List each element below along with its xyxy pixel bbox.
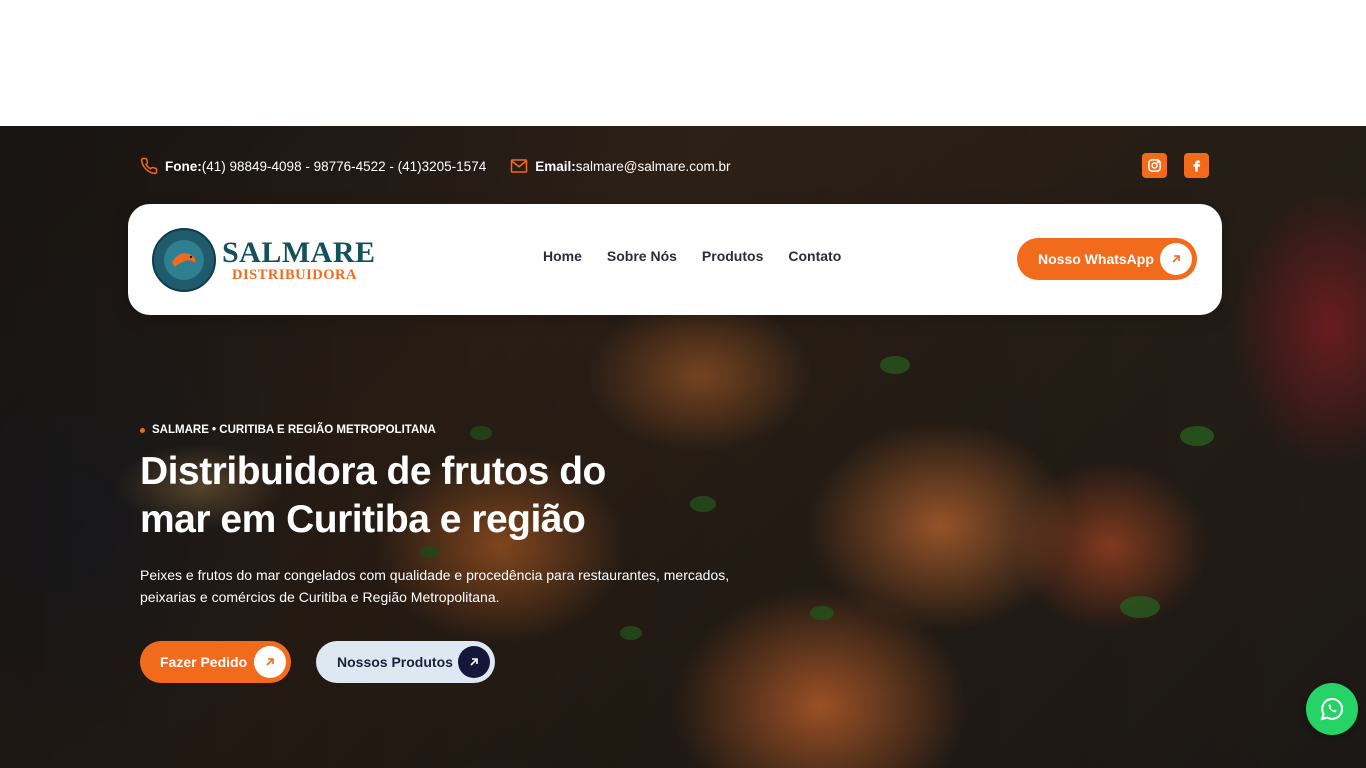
whatsapp-icon: [1318, 695, 1346, 723]
nav-home[interactable]: Home: [543, 248, 582, 264]
eyebrow-text: SALMARE • CURITIBA E REGIÃO METROPOLITAN…: [152, 424, 436, 436]
nav-produtos[interactable]: Produtos: [702, 248, 763, 264]
salmare-logo[interactable]: SALMARE DISTRIBUIDORA: [152, 228, 382, 292]
email-info: Email: salmare@salmare.com.br: [510, 157, 730, 175]
arrow-up-right-icon: [254, 646, 286, 678]
whatsapp-button[interactable]: Nosso WhatsApp: [1017, 238, 1197, 280]
nossos-produtos-label: Nossos Produtos: [337, 654, 453, 670]
email-label: Email:: [535, 158, 576, 174]
contact-bar: Fone: (41) 98849-4098 - 98776-4522 - (41…: [140, 152, 754, 180]
arrow-up-right-icon: [1160, 243, 1192, 275]
logo-badge-icon: [152, 228, 216, 292]
nav-sobre-nos[interactable]: Sobre Nós: [607, 248, 677, 264]
envelope-icon: [510, 157, 528, 175]
nav-contato[interactable]: Contato: [788, 248, 841, 264]
facebook-link[interactable]: [1184, 153, 1209, 178]
arrow-up-right-icon: [458, 646, 490, 678]
nossos-produtos-button[interactable]: Nossos Produtos: [316, 641, 495, 683]
logo-name: SALMARE: [222, 235, 376, 269]
fazer-pedido-label: Fazer Pedido: [160, 654, 248, 670]
hero-eyebrow: SALMARE • CURITIBA E REGIÃO METROPOLITAN…: [140, 424, 436, 436]
phone-label: Fone:: [165, 158, 202, 174]
instagram-icon: [1147, 158, 1162, 173]
facebook-icon: [1189, 158, 1204, 173]
phone-numbers[interactable]: (41) 98849-4098 - 98776-4522 - (41)3205-…: [202, 159, 486, 174]
whatsapp-button-label: Nosso WhatsApp: [1038, 251, 1154, 267]
phone-icon: [140, 157, 158, 175]
main-menu: Home Sobre Nós Produtos Contato: [543, 248, 866, 264]
headline-line-2: mar em Curitiba e região: [140, 498, 586, 541]
headline-line-1: Distribuidora de frutos do: [140, 450, 606, 493]
whatsapp-float-button[interactable]: [1306, 683, 1358, 735]
instagram-link[interactable]: [1142, 153, 1167, 178]
eyebrow-dot: [140, 427, 145, 433]
hero-description: Peixes e frutos do mar congelados com qu…: [140, 567, 730, 605]
logo-subtitle: DISTRIBUIDORA: [232, 266, 357, 283]
fazer-pedido-button[interactable]: Fazer Pedido: [140, 641, 291, 683]
main-navbar: SALMARE DISTRIBUIDORA Home Sobre Nós Pro…: [128, 204, 1222, 315]
email-address[interactable]: salmare@salmare.com.br: [576, 159, 731, 174]
phone-info: Fone: (41) 98849-4098 - 98776-4522 - (41…: [140, 157, 486, 175]
hero-headline: Distribuidora de frutos do mar em Curiti…: [140, 448, 740, 544]
